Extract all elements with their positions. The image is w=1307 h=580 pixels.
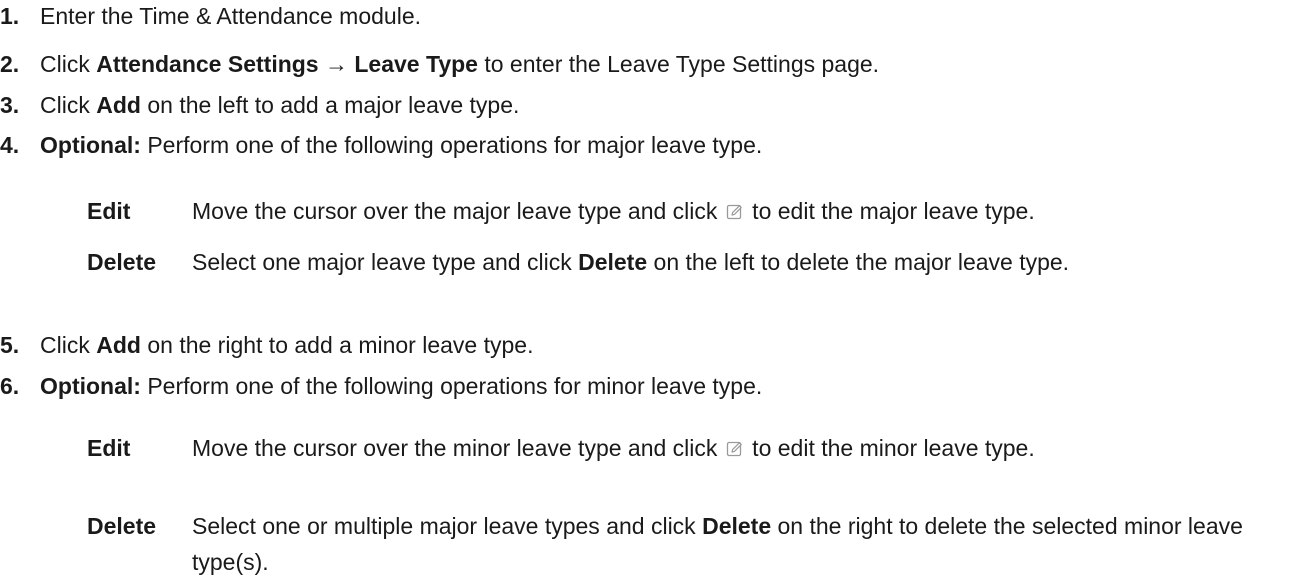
description-text-post: to edit the minor leave type.: [745, 435, 1035, 461]
step-button-name: Add: [96, 92, 141, 118]
step-6: 6. Optional: Perform one of the following…: [0, 372, 762, 400]
step-text: Enter the Time & Attendance module.: [40, 3, 422, 29]
major-edit-description: Move the cursor over the major leave typ…: [192, 197, 1035, 225]
step-number: 2.: [0, 51, 20, 77]
step-optional-label: Optional:: [40, 132, 141, 158]
step-text-pre: Click: [40, 92, 97, 118]
description-text-post: on the left to delete the major leave ty…: [647, 249, 1070, 275]
step-text-post: on the left to add a major leave type.: [140, 92, 520, 118]
description-text-post: to edit the major leave type.: [745, 198, 1035, 224]
edit-icon: [726, 203, 744, 221]
step-number: 6.: [0, 373, 20, 399]
step-text-post: Perform one of the following operations …: [140, 373, 763, 399]
step-number: 3.: [0, 92, 20, 118]
step-4: 4. Optional: Perform one of the following…: [0, 131, 762, 159]
step-optional-label: Optional:: [40, 373, 141, 399]
step-number: 5.: [0, 332, 20, 358]
major-edit-term: Edit: [87, 198, 131, 224]
step-text-pre: Click: [40, 332, 97, 358]
step-number: 4.: [0, 132, 20, 158]
minor-delete-term: Delete: [87, 513, 157, 539]
step-text-post: to enter the Leave Type Settings page.: [477, 51, 880, 77]
step-text-post: Perform one of the following operations …: [140, 132, 763, 158]
step-3: 3. Click Add on the left to add a major l…: [0, 91, 519, 119]
step-1: 1. Enter the Time & Attendance module.: [0, 2, 421, 30]
description-text-pre: Move the cursor over the major leave typ…: [192, 198, 724, 224]
major-delete-term: Delete: [87, 249, 157, 275]
step-menu-path: Attendance Settings → Leave Type: [96, 51, 478, 77]
description-button-name: Delete: [702, 513, 772, 539]
step-5: 5. Click Add on the right to add a minor …: [0, 331, 533, 359]
description-button-name: Delete: [578, 249, 648, 275]
step-button-name: Add: [96, 332, 141, 358]
description-text-pre: Move the cursor over the minor leave typ…: [192, 435, 724, 461]
step-text-pre: Click: [40, 51, 97, 77]
description-text-pre: Select one major leave type and click: [192, 249, 579, 275]
minor-delete-description: Select one or multiple major leave types…: [192, 508, 1302, 580]
major-delete-description: Select one major leave type and click De…: [192, 244, 1302, 280]
step-text-post: on the right to add a minor leave type.: [140, 332, 534, 358]
edit-icon: [726, 440, 744, 458]
step-2: 2. Click Attendance Settings → Leave Type…: [0, 50, 879, 78]
step-number: 1.: [0, 3, 20, 29]
minor-edit-term: Edit: [87, 435, 131, 461]
minor-edit-description: Move the cursor over the minor leave typ…: [192, 430, 1302, 466]
description-text-pre: Select one or multiple major leave types…: [192, 513, 703, 539]
